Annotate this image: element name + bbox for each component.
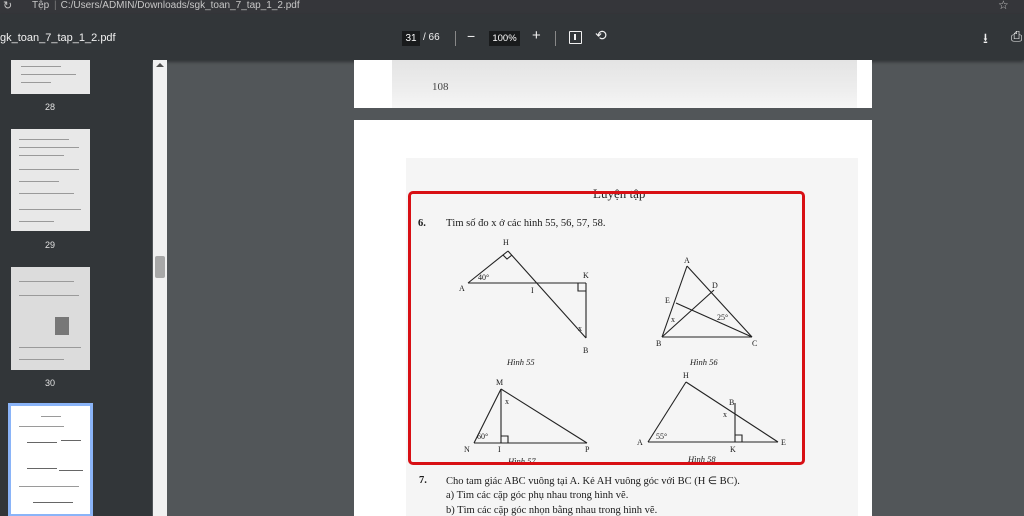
exercise-7-text: Cho tam giác ABC vuông tại A. Kẻ AH vuôn… — [446, 476, 740, 487]
exercise-7-part-b: b) Tìm các cặp góc nhọn bằng nhau trong … — [446, 505, 658, 516]
highlight-box — [408, 191, 805, 465]
exercise-7-part-a: a) Tìm các cặp góc phụ nhau trong hình v… — [446, 490, 629, 501]
exercise-7-number: 7. — [419, 475, 427, 486]
